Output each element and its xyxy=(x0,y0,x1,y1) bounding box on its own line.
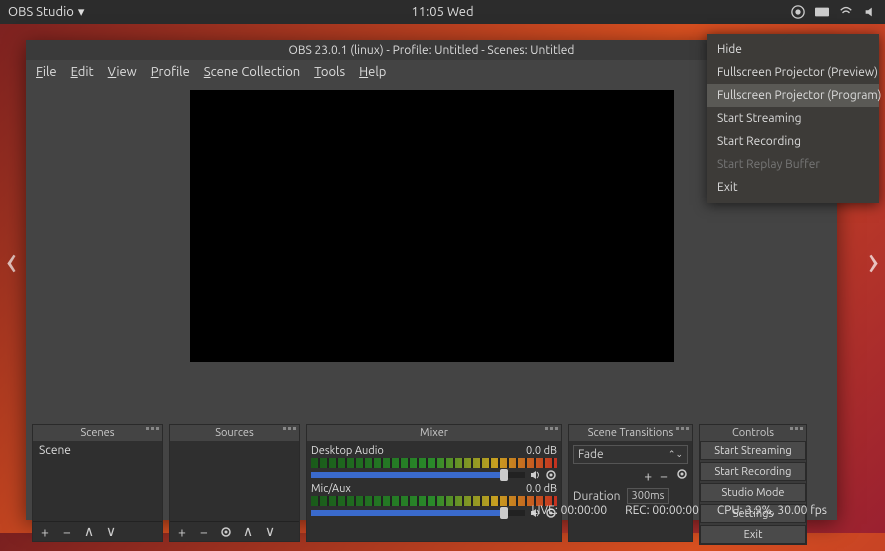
volume-icon[interactable] xyxy=(863,5,877,19)
menu-scene-collection[interactable]: Scene Collection xyxy=(204,65,300,79)
move-up-icon[interactable]: ∧ xyxy=(242,526,254,538)
move-down-icon[interactable]: ∨ xyxy=(105,526,117,538)
status-cpu: CPU: 3.9%, 30.00 fps xyxy=(717,504,827,517)
speaker-icon[interactable] xyxy=(529,469,541,481)
scenes-toolbar: + − ∧ ∨ xyxy=(33,521,162,541)
clock: 11:05 Wed xyxy=(411,5,473,19)
scene-item[interactable]: Scene xyxy=(33,441,162,460)
status-rec: REC: 00:00:00 xyxy=(625,504,699,517)
menu-edit[interactable]: Edit xyxy=(71,65,94,79)
status-live: LIVE: 00:00:00 xyxy=(531,504,607,517)
window-title: OBS 23.0.1 (linux) - Profile: Untitled -… xyxy=(289,44,575,57)
workspace-prev-icon[interactable]: ‹ xyxy=(6,238,17,283)
app-indicator[interactable]: OBS Studio ▾ xyxy=(8,5,84,20)
gear-icon[interactable] xyxy=(220,526,232,538)
keyboard-icon[interactable] xyxy=(815,5,829,19)
scenes-panel: Scenes Scene + − ∧ ∨ xyxy=(32,424,163,542)
obs-tray-icon[interactable] xyxy=(791,5,805,19)
transitions-title: Scene Transitions xyxy=(588,427,674,439)
scenes-title: Scenes xyxy=(80,427,114,439)
controls-title: Controls xyxy=(732,427,774,439)
remove-icon[interactable]: − xyxy=(198,526,210,538)
mixer-header: Mixer xyxy=(307,425,561,441)
remove-icon[interactable]: − xyxy=(61,526,73,538)
scenes-header: Scenes xyxy=(33,425,162,441)
dock-handle-icon[interactable] xyxy=(146,427,159,430)
menu-profile[interactable]: Profile xyxy=(151,65,190,79)
control-button-start-recording[interactable]: Start Recording xyxy=(700,462,806,481)
move-up-icon[interactable]: ∧ xyxy=(83,526,95,538)
mixer-track: Mic/Aux 0.0 dB xyxy=(311,483,557,519)
volume-slider[interactable] xyxy=(311,510,525,516)
tray-item-exit[interactable]: Exit xyxy=(707,176,879,199)
dock-handle-icon[interactable] xyxy=(283,427,296,430)
control-button-start-streaming[interactable]: Start Streaming xyxy=(700,441,806,460)
chevron-updown-icon: ⌃⌄ xyxy=(668,449,683,460)
track-level: 0.0 dB xyxy=(526,445,557,457)
control-button-exit[interactable]: Exit xyxy=(700,525,806,544)
dock-handle-icon[interactable] xyxy=(545,427,558,430)
track-level: 0.0 dB xyxy=(526,483,557,495)
transitions-panel: Scene Transitions Fade ⌃⌄ + − Duration xyxy=(568,424,693,542)
vu-meter xyxy=(311,458,557,468)
vu-meter xyxy=(311,496,557,506)
gear-icon[interactable] xyxy=(676,468,688,484)
tray-menu: HideFullscreen Projector (Preview)Fullsc… xyxy=(707,34,879,203)
sources-panel: Sources + − ∧ ∨ xyxy=(169,424,300,542)
gear-icon[interactable] xyxy=(545,469,557,481)
tray-item-start-replay-buffer: Start Replay Buffer xyxy=(707,153,879,176)
menu-view[interactable]: View xyxy=(108,65,137,79)
menu-help[interactable]: Help xyxy=(359,65,386,79)
tray-item-fullscreen-projector-program-[interactable]: Fullscreen Projector (Program) xyxy=(707,84,879,107)
tray-item-start-recording[interactable]: Start Recording xyxy=(707,130,879,153)
system-topbar: OBS Studio ▾ 11:05 Wed xyxy=(0,0,885,24)
mixer-panel: Mixer Desktop Audio 0.0 dB Mic/Aux 0.0 dB xyxy=(306,424,562,542)
track-name: Mic/Aux xyxy=(311,483,351,495)
mixer-title: Mixer xyxy=(420,427,448,439)
tray-item-start-streaming[interactable]: Start Streaming xyxy=(707,107,879,130)
dock-handle-icon[interactable] xyxy=(790,427,803,430)
transitions-header: Scene Transitions xyxy=(569,425,692,441)
app-name: OBS Studio xyxy=(8,5,74,19)
volume-slider[interactable] xyxy=(311,472,525,478)
controls-panel: Controls Start StreamingStart RecordingS… xyxy=(699,424,807,545)
wifi-icon[interactable] xyxy=(839,5,853,19)
controls-header: Controls xyxy=(700,425,806,441)
transition-selected: Fade xyxy=(578,448,604,461)
statusbar: LIVE: 00:00:00 REC: 00:00:00 CPU: 3.9%, … xyxy=(531,500,827,520)
add-icon[interactable]: + xyxy=(176,526,188,538)
mixer-track: Desktop Audio 0.0 dB xyxy=(311,445,557,481)
chevron-down-icon: ▾ xyxy=(78,5,85,20)
move-down-icon[interactable]: ∨ xyxy=(264,526,276,538)
workspace-next-icon[interactable]: › xyxy=(868,238,879,283)
sources-title: Sources xyxy=(215,427,254,439)
transition-select[interactable]: Fade ⌃⌄ xyxy=(573,445,688,464)
tray-item-hide[interactable]: Hide xyxy=(707,38,879,61)
add-icon[interactable]: + xyxy=(644,468,652,484)
sources-header: Sources xyxy=(170,425,299,441)
add-icon[interactable]: + xyxy=(39,526,51,538)
sources-toolbar: + − ∧ ∨ xyxy=(170,521,299,541)
menu-file[interactable]: File xyxy=(36,65,57,79)
track-name: Desktop Audio xyxy=(311,445,384,457)
menu-tools[interactable]: Tools xyxy=(314,65,345,79)
tray-item-fullscreen-projector-preview-[interactable]: Fullscreen Projector (Preview) xyxy=(707,61,879,84)
dock-handle-icon[interactable] xyxy=(676,427,689,430)
preview-area[interactable] xyxy=(190,90,674,362)
remove-icon[interactable]: − xyxy=(660,468,668,484)
